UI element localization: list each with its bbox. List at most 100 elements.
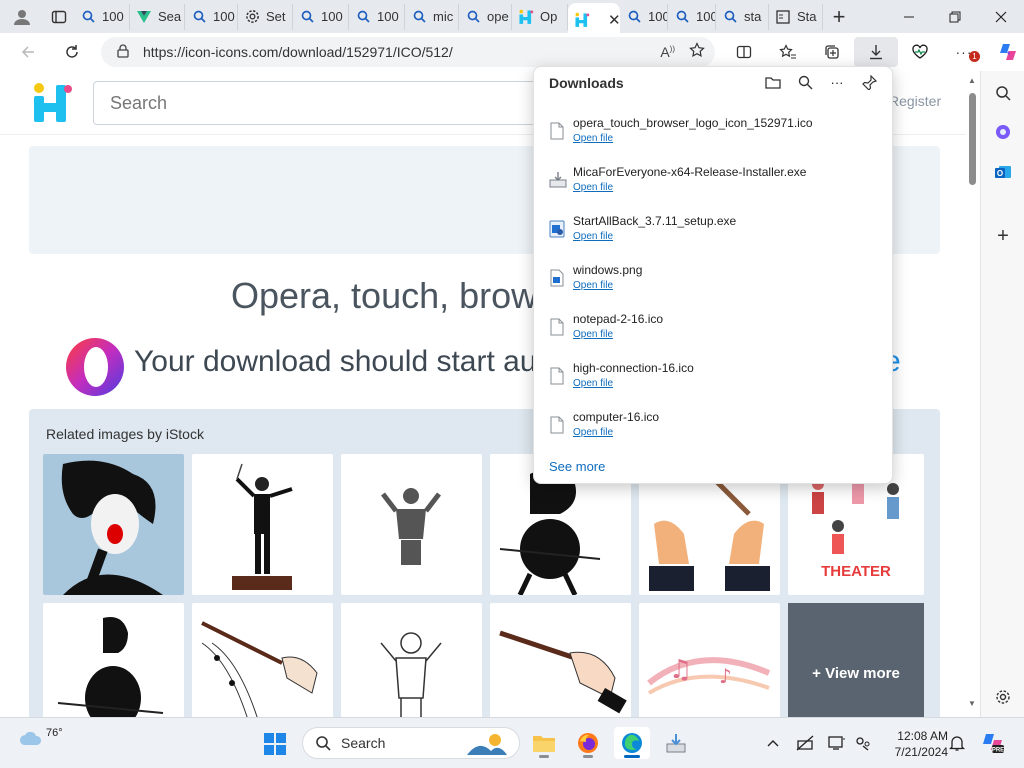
related-image-cellist-2[interactable] bbox=[43, 603, 184, 717]
search-downloads-button[interactable] bbox=[796, 73, 814, 91]
restore-button[interactable] bbox=[932, 0, 978, 33]
favorite-star-icon[interactable] bbox=[689, 42, 705, 61]
profile-button[interactable] bbox=[0, 0, 44, 33]
new-tab-button[interactable]: + bbox=[823, 0, 855, 33]
more-options-button[interactable]: ··· 1 bbox=[942, 37, 986, 67]
address-bar[interactable]: https://icon-icons.com/download/152971/I… bbox=[101, 37, 715, 67]
browser-essentials-button[interactable] bbox=[898, 37, 942, 67]
show-hidden-icons-button[interactable] bbox=[762, 733, 784, 753]
download-item[interactable]: MicaForEveryone-x64-Release-Installer.ex… bbox=[534, 163, 894, 212]
tab[interactable]: 100 bbox=[349, 3, 405, 30]
download-item[interactable]: notepad-2-16.ico Open file bbox=[534, 310, 894, 359]
see-more-link[interactable]: See more bbox=[549, 459, 605, 474]
search-icon bbox=[626, 9, 642, 25]
view-more-button[interactable]: + View more bbox=[788, 603, 924, 717]
related-image-baton-notes[interactable] bbox=[192, 603, 333, 717]
tab-label: mic bbox=[433, 9, 454, 24]
sidebar-settings-button[interactable] bbox=[991, 685, 1015, 709]
tab[interactable]: Sea bbox=[130, 3, 185, 30]
tab[interactable]: Op bbox=[512, 3, 568, 30]
tab[interactable]: 100 bbox=[74, 3, 130, 30]
related-image-hand-baton[interactable] bbox=[490, 603, 631, 717]
singer-illustration bbox=[61, 460, 163, 595]
tab-active[interactable]: ✕ bbox=[568, 3, 620, 36]
url-text[interactable]: https://icon-icons.com/download/152971/I… bbox=[143, 44, 453, 60]
tab[interactable]: 100 bbox=[620, 3, 668, 30]
downloads-button[interactable] bbox=[854, 37, 898, 67]
copilot-button[interactable] bbox=[986, 37, 1024, 67]
split-screen-button[interactable] bbox=[722, 37, 766, 67]
weather-widget[interactable]: 76° bbox=[18, 727, 63, 748]
tab[interactable]: 100 bbox=[185, 3, 238, 30]
downloads-more-options-button[interactable]: ··· bbox=[828, 73, 846, 91]
clock-date: 7/21/2024 bbox=[894, 745, 948, 759]
tab[interactable]: 100 bbox=[668, 3, 716, 30]
tab[interactable]: 100 bbox=[293, 3, 349, 30]
refresh-button[interactable] bbox=[54, 37, 90, 67]
edge-taskbar-button[interactable] bbox=[614, 727, 650, 759]
downloads-panel: Downloads ··· opera_touch_browser_logo_i… bbox=[533, 66, 893, 484]
tab[interactable]: sta bbox=[716, 3, 769, 30]
open-file-link[interactable]: Open file bbox=[573, 280, 613, 291]
download-file-name: computer-16.ico bbox=[573, 410, 660, 424]
tab[interactable]: Sta bbox=[769, 3, 823, 30]
file-explorer-taskbar-button[interactable] bbox=[526, 727, 562, 759]
favorites-button[interactable] bbox=[766, 37, 810, 67]
scroll-up-arrow-icon[interactable]: ▲ bbox=[968, 76, 976, 85]
sidebar-copilot-button[interactable] bbox=[991, 120, 1015, 144]
open-downloads-folder-button[interactable] bbox=[764, 73, 782, 91]
site-search-placeholder: Search bbox=[110, 92, 168, 113]
back-button[interactable] bbox=[10, 37, 46, 67]
sidebar-add-button[interactable]: + bbox=[991, 224, 1015, 248]
installer-taskbar-button[interactable] bbox=[658, 727, 694, 759]
download-item[interactable]: high-connection-16.ico Open file bbox=[534, 359, 894, 408]
iconicons-logo-icon bbox=[518, 9, 534, 25]
download-item[interactable]: computer-16.ico Open file bbox=[534, 408, 894, 457]
start-button[interactable] bbox=[263, 732, 287, 756]
open-file-link[interactable]: Open file bbox=[573, 329, 613, 340]
related-image-conductor-podium[interactable] bbox=[192, 454, 333, 595]
read-aloud-icon[interactable]: A)) bbox=[660, 44, 675, 60]
settings-sliders-icon bbox=[856, 737, 870, 751]
download-item[interactable]: windows.png Open file bbox=[534, 261, 894, 310]
more-dots-icon: ··· bbox=[830, 74, 844, 90]
system-clock[interactable]: 12:08 AM 7/21/2024 bbox=[878, 728, 948, 760]
open-file-link[interactable]: Open file bbox=[573, 182, 613, 193]
network-disconnected-button[interactable] bbox=[794, 733, 816, 753]
download-item[interactable]: opera_touch_browser_logo_icon_152971.ico… bbox=[534, 114, 894, 163]
open-file-link[interactable]: Open file bbox=[573, 231, 613, 242]
notifications-button[interactable] bbox=[946, 733, 968, 753]
page-scrollbar[interactable]: ▲ ▼ bbox=[966, 71, 980, 717]
iconicons-logo-icon[interactable] bbox=[30, 81, 74, 125]
close-tab-icon[interactable]: ✕ bbox=[608, 11, 620, 29]
collections-button[interactable] bbox=[810, 37, 854, 67]
workspaces-button[interactable] bbox=[44, 0, 74, 33]
open-file-link[interactable]: Open file bbox=[573, 133, 613, 144]
sidebar-outlook-button[interactable]: O bbox=[991, 160, 1015, 184]
display-tray-button[interactable] bbox=[826, 733, 848, 753]
open-file-link[interactable]: Open file bbox=[573, 378, 613, 389]
related-image-music-notes[interactable]: ♫ ♪ bbox=[639, 603, 780, 717]
tab-label: 100 bbox=[321, 9, 343, 24]
lock-icon[interactable] bbox=[117, 43, 129, 61]
related-image-singer[interactable] bbox=[43, 454, 184, 595]
copilot-taskbar-button[interactable]: PRE bbox=[980, 733, 1006, 754]
search-highlight-landscape-icon bbox=[467, 734, 507, 755]
close-window-button[interactable] bbox=[978, 0, 1024, 33]
scrollbar-thumb[interactable] bbox=[969, 93, 976, 185]
download-item[interactable]: StartAllBack_3.7.11_setup.exe Open file bbox=[534, 212, 894, 261]
register-link[interactable]: Register bbox=[889, 93, 941, 109]
related-image-conductor-icon[interactable] bbox=[341, 454, 482, 595]
scroll-down-arrow-icon[interactable]: ▼ bbox=[968, 699, 976, 708]
sound-settings-button[interactable] bbox=[852, 733, 874, 753]
tab[interactable]: ope bbox=[459, 3, 512, 30]
related-image-conductor-outline[interactable] bbox=[341, 603, 482, 717]
minimize-button[interactable] bbox=[886, 0, 932, 33]
pin-downloads-button[interactable] bbox=[860, 73, 878, 91]
firefox-taskbar-button[interactable] bbox=[570, 727, 606, 759]
taskbar-search-box[interactable]: Search bbox=[302, 727, 520, 759]
tab[interactable]: Set bbox=[238, 3, 293, 30]
sidebar-search-button[interactable] bbox=[991, 81, 1015, 105]
tab[interactable]: mic bbox=[405, 3, 459, 30]
open-file-link[interactable]: Open file bbox=[573, 427, 613, 438]
